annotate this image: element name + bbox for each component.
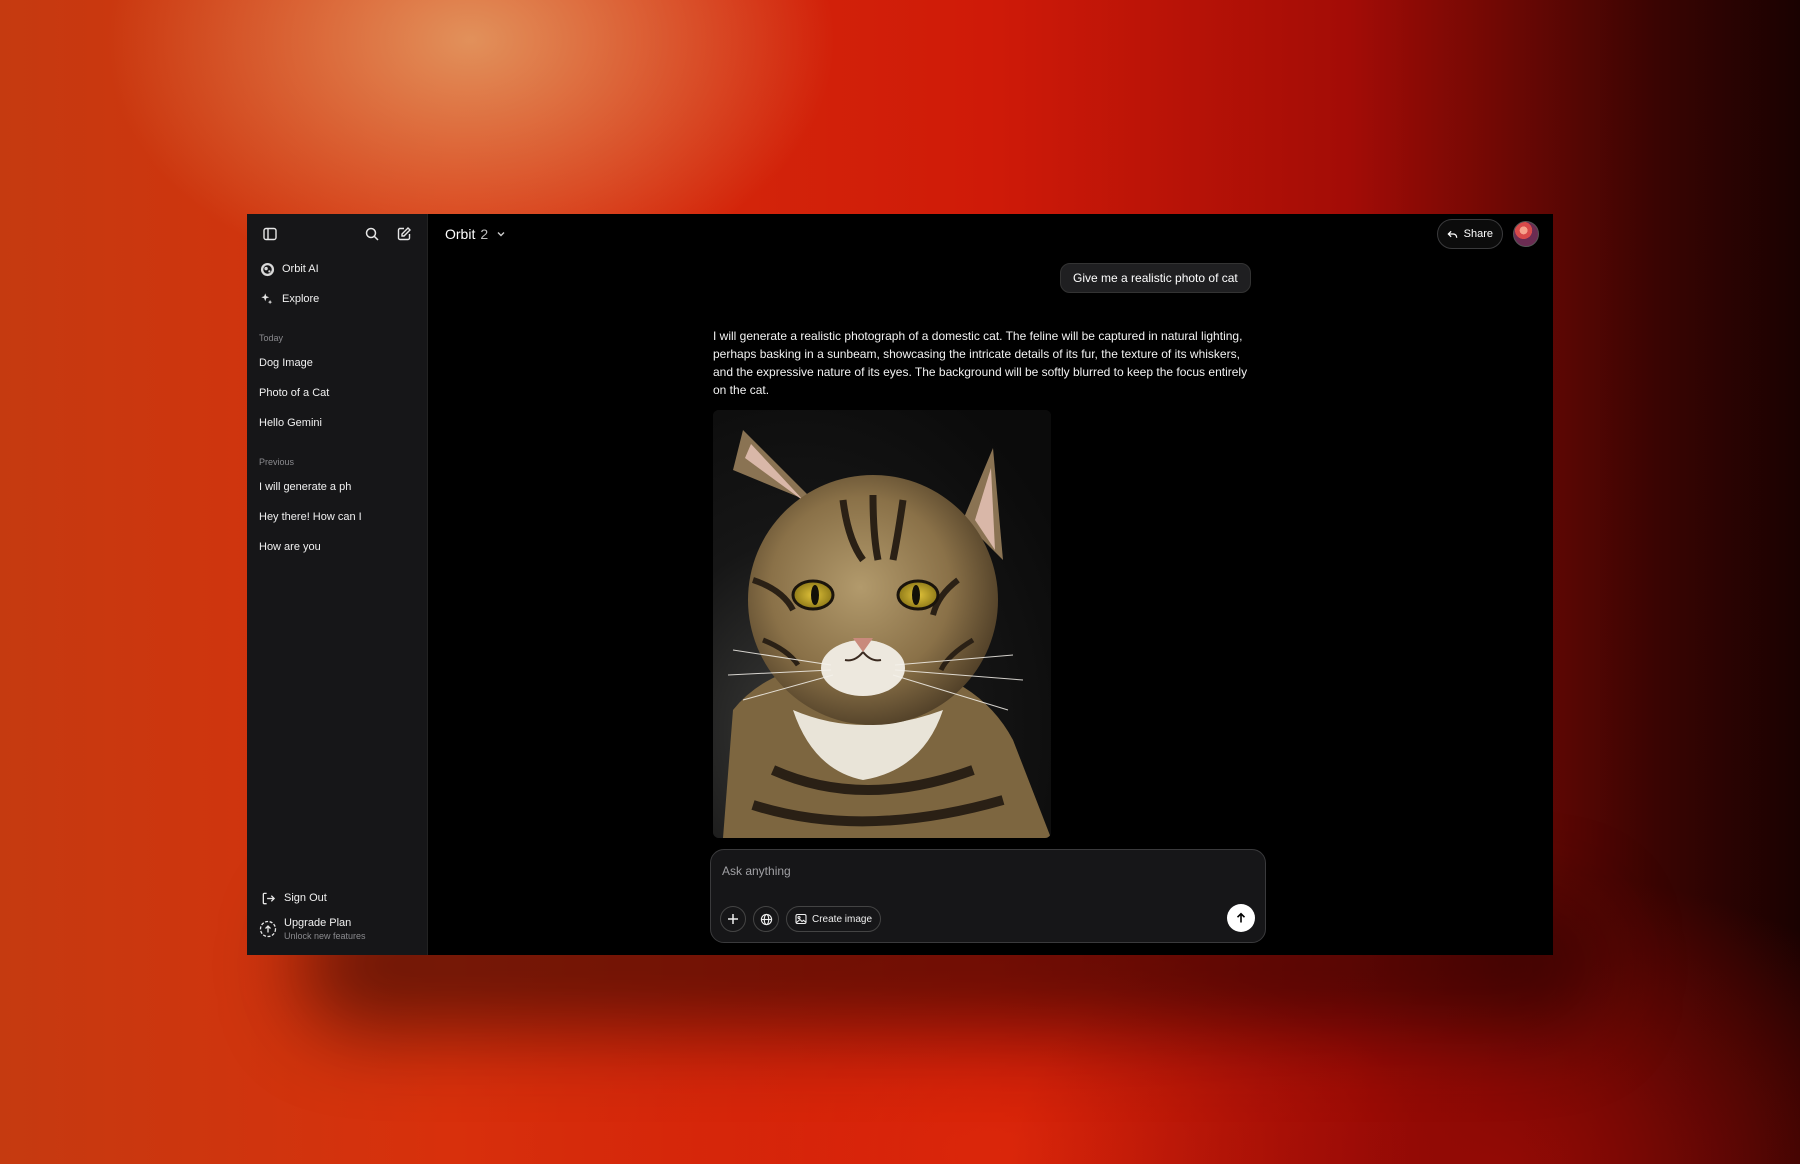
chat-main: Orbit 2 Share Give me a realistic photo …: [428, 214, 1553, 955]
history-item[interactable]: How are you: [247, 532, 427, 562]
assistant-message: I will generate a realistic photograph o…: [713, 329, 1248, 397]
section-label-today: Today: [259, 333, 284, 343]
history-item[interactable]: I will generate a ph: [247, 472, 427, 502]
history-item[interactable]: Hey there! How can I: [247, 502, 427, 532]
new-chat-icon[interactable]: [393, 223, 415, 245]
chat-header: Orbit 2 Share: [428, 214, 1553, 254]
upgrade-subtitle: Unlock new features: [284, 931, 366, 941]
search-icon[interactable]: [361, 223, 383, 245]
history-item[interactable]: Photo of a Cat: [247, 378, 427, 408]
upgrade-icon: [259, 920, 277, 938]
app-window: Orbit AI Explore Today Dog Image Photo o…: [247, 214, 1553, 955]
message-composer: Create image: [710, 849, 1266, 943]
sidebar-toggle-icon[interactable]: [259, 223, 281, 245]
model-selector[interactable]: Orbit 2: [445, 226, 506, 242]
history-item[interactable]: Dog Image: [247, 348, 427, 378]
user-message-bubble: Give me a realistic photo of cat: [1060, 263, 1251, 293]
image-icon: [795, 913, 807, 925]
nav-item-orbit-ai[interactable]: Orbit AI: [247, 254, 427, 284]
generated-cat-image[interactable]: [713, 410, 1051, 838]
sparkle-icon: [259, 291, 275, 307]
add-attachment-button[interactable]: [720, 906, 746, 932]
avatar[interactable]: [1513, 221, 1539, 247]
sidebar: Orbit AI Explore Today Dog Image Photo o…: [247, 214, 428, 955]
upgrade-title: Upgrade Plan: [284, 917, 352, 929]
nav-item-label: Orbit AI: [282, 263, 319, 275]
sign-out-button[interactable]: Sign Out: [247, 883, 427, 913]
create-image-button[interactable]: Create image: [786, 906, 882, 932]
sign-out-label: Sign Out: [284, 892, 327, 904]
sidebar-footer: Sign Out Upgrade Plan Unlock new feature…: [247, 883, 427, 945]
upgrade-plan-button[interactable]: Upgrade Plan Unlock new features: [247, 913, 427, 945]
history-item[interactable]: Hello Gemini: [247, 408, 427, 438]
send-button[interactable]: [1227, 904, 1255, 932]
sign-out-icon: [259, 889, 277, 907]
message-input[interactable]: [722, 861, 1222, 881]
create-image-label: Create image: [812, 913, 873, 925]
model-name: Orbit: [445, 226, 476, 242]
section-label-previous: Previous: [259, 457, 295, 467]
orbit-logo-icon: [259, 261, 275, 277]
chevron-down-icon: [496, 229, 506, 239]
nav-item-label: Explore: [282, 293, 320, 305]
composer-tools: Create image: [720, 906, 882, 932]
nav-item-explore[interactable]: Explore: [247, 284, 427, 314]
reply-arrow-icon: [1447, 229, 1458, 240]
share-label: Share: [1463, 228, 1493, 240]
web-search-button[interactable]: [753, 906, 779, 932]
share-button[interactable]: Share: [1436, 219, 1503, 249]
model-version: 2: [480, 226, 489, 242]
sidebar-toolbar: [247, 214, 427, 254]
